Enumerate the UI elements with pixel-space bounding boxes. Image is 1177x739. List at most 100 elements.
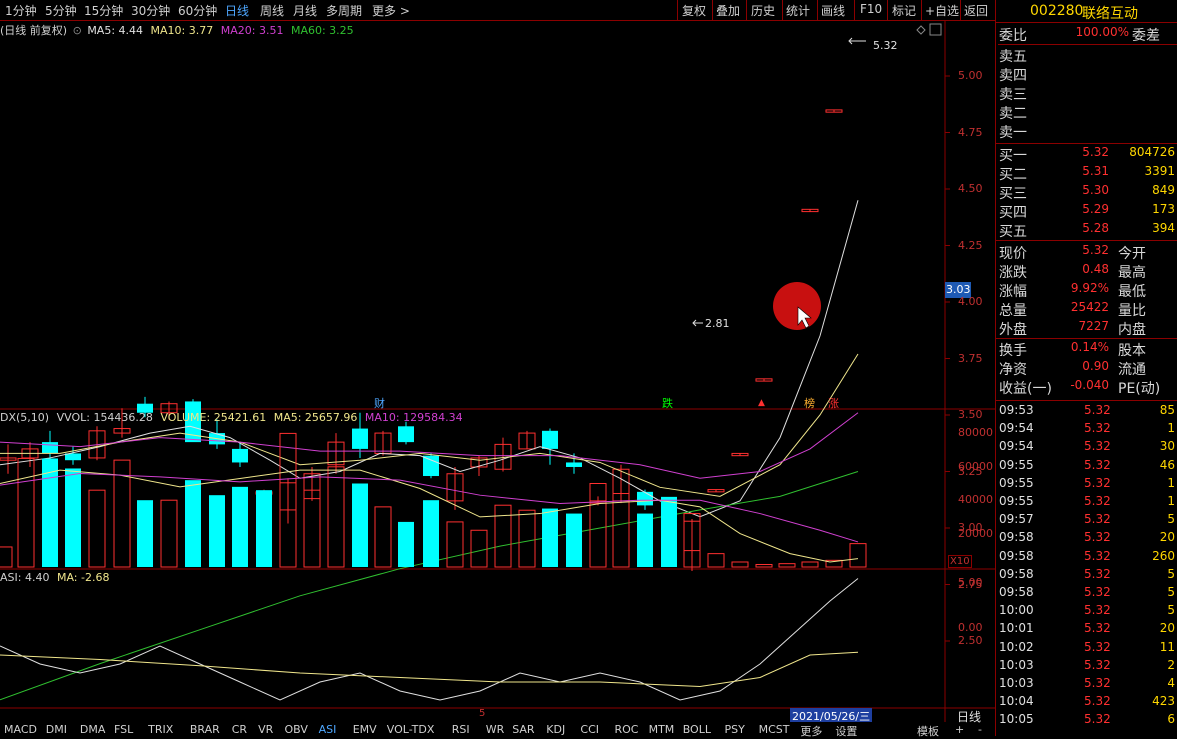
- tab-boll[interactable]: BOLL: [683, 723, 711, 736]
- overlay-button[interactable]: 叠加: [716, 2, 740, 19]
- tab-设置[interactable]: 设置: [835, 723, 857, 739]
- template-button[interactable]: 模板: [917, 723, 939, 739]
- buy-volume: 804726: [1129, 145, 1175, 159]
- tab-brar[interactable]: BRAR: [190, 723, 220, 736]
- volume-bar-up: [303, 489, 321, 568]
- tab-roc[interactable]: ROC: [615, 723, 639, 736]
- tab-kdj[interactable]: KDJ: [546, 723, 565, 736]
- tab-obv[interactable]: OBV: [285, 723, 308, 736]
- quote-label: 换手: [999, 343, 1027, 359]
- tab-cci[interactable]: CCI: [580, 723, 599, 736]
- main-y-tick: 3.75: [958, 351, 983, 365]
- period-monthly[interactable]: 月线: [293, 2, 317, 19]
- period-daily[interactable]: 日线: [225, 2, 249, 19]
- vol-ma10-value: MA10: 129584.34: [364, 411, 463, 424]
- tab-mtm[interactable]: MTM: [649, 723, 675, 736]
- tab-dma[interactable]: DMA: [80, 723, 106, 736]
- period-weekly[interactable]: 周线: [260, 2, 284, 19]
- low-price-label: 2.81: [705, 317, 730, 330]
- period-60min[interactable]: 60分钟: [178, 2, 217, 19]
- candle-down: [42, 442, 58, 454]
- quote-row: 收益(一) -0.040 PE(动): [998, 378, 1177, 397]
- quote-row: 净资 0.90 流通: [998, 359, 1177, 378]
- period-more[interactable]: 更多 >: [372, 2, 410, 19]
- period-15min[interactable]: 15分钟: [84, 2, 123, 19]
- tab-vr[interactable]: VR: [258, 723, 273, 736]
- tab-macd[interactable]: MACD: [4, 723, 37, 736]
- tab-rsi[interactable]: RSI: [452, 723, 470, 736]
- candle-down: [566, 462, 582, 467]
- triangle-up-icon[interactable]: ▲: [758, 398, 765, 408]
- tab-vol-tdx[interactable]: VOL-TDX: [387, 723, 435, 736]
- add-favorite-button[interactable]: +自选: [925, 2, 959, 19]
- order-buy-row: 买一 5.32 804726: [998, 145, 1177, 164]
- chart-area[interactable]: (日线 前复权) ⊙ MA5: 4.44 MA10: 3.77 MA20: 3.…: [0, 20, 995, 724]
- tab-mcst[interactable]: MCST: [759, 723, 790, 736]
- event-drop[interactable]: 跌: [662, 395, 673, 411]
- period-multi[interactable]: 多周期: [326, 2, 362, 19]
- statistics-button[interactable]: 统计: [786, 2, 810, 19]
- tick-price: 5.32: [1084, 621, 1111, 636]
- tick-volume: 260: [1152, 548, 1175, 563]
- order-buy-row: 买五 5.28 394: [998, 221, 1177, 240]
- tab-wr[interactable]: WR: [486, 723, 505, 736]
- volume-bar-down: [637, 513, 653, 567]
- tab-emv[interactable]: EMV: [353, 723, 377, 736]
- tab-dmi[interactable]: DMI: [46, 723, 67, 736]
- tab-trix[interactable]: TRIX: [148, 723, 173, 736]
- back-button[interactable]: 返回: [964, 2, 988, 19]
- history-button[interactable]: 历史: [751, 2, 775, 19]
- period-30min[interactable]: 30分钟: [131, 2, 170, 19]
- tick-price: 5.32: [1084, 457, 1111, 472]
- tab-cr[interactable]: CR: [232, 723, 247, 736]
- main-y-tick: 4.25: [958, 238, 983, 252]
- event-rank[interactable]: 榜: [804, 395, 815, 411]
- quote-label: 涨跌: [999, 265, 1027, 281]
- mark-button[interactable]: 标记: [892, 2, 916, 19]
- tick-time: 09:58: [999, 566, 1034, 581]
- period-5min[interactable]: 5分钟: [45, 2, 77, 19]
- settings-icon[interactable]: ⊙: [73, 24, 82, 37]
- tab-asi[interactable]: ASI: [319, 723, 337, 736]
- quote-row: 外盘 7227 内盘: [998, 319, 1177, 338]
- fuquan-button[interactable]: 复权: [682, 2, 706, 19]
- tick-price: 5.32: [1084, 676, 1111, 690]
- window-restore-icon[interactable]: [929, 23, 942, 36]
- tick-volume: 46: [1159, 457, 1175, 472]
- tab-psy[interactable]: PSY: [725, 723, 745, 736]
- event-finance[interactable]: 财: [374, 395, 385, 411]
- sell-level-label: 卖五: [999, 49, 1027, 65]
- volume-bar-up: [778, 563, 796, 568]
- quote-label: 涨幅: [999, 284, 1027, 300]
- quote-label-2: 流通: [1118, 362, 1146, 378]
- diamond-icon[interactable]: [916, 25, 926, 35]
- zoom-in-button[interactable]: +: [955, 723, 964, 736]
- volume-bar-up: [160, 499, 178, 568]
- tick-row: 09:53 5.32 85: [998, 403, 1177, 421]
- sell-level-label: 卖三: [999, 87, 1027, 103]
- tab-更多[interactable]: 更多: [800, 723, 822, 739]
- zoom-out-button[interactable]: -: [978, 723, 982, 736]
- tick-time: 09:58: [999, 530, 1034, 545]
- tick-price: 5.32: [1084, 439, 1111, 454]
- quote-label: 收益(一): [999, 381, 1052, 397]
- tick-volume: 1: [1167, 494, 1175, 508]
- tick-row: 10:04 5.32 423: [998, 694, 1177, 712]
- quote-row: 现价 5.32 今开: [998, 243, 1177, 262]
- volume-bar-up: [374, 506, 392, 568]
- tab-fsl[interactable]: FSL: [114, 723, 133, 736]
- volume-bar-down: [232, 486, 248, 567]
- stock-name: 联络互动: [1082, 6, 1138, 22]
- volume-bar-up: [0, 546, 13, 568]
- tick-time: 09:55: [999, 457, 1034, 472]
- tick-time: 09:54: [999, 439, 1034, 454]
- f10-button[interactable]: F10: [860, 2, 882, 16]
- tick-price: 5.32: [1084, 603, 1111, 618]
- kline-chart-svg[interactable]: [0, 20, 995, 722]
- draw-line-button[interactable]: 画线: [821, 2, 845, 19]
- period-1min[interactable]: 1分钟: [5, 2, 37, 19]
- tick-volume: 30: [1159, 439, 1175, 454]
- tab-sar[interactable]: SAR: [512, 723, 534, 736]
- event-rise[interactable]: 涨: [828, 395, 839, 411]
- volume-bar-down: [423, 500, 439, 567]
